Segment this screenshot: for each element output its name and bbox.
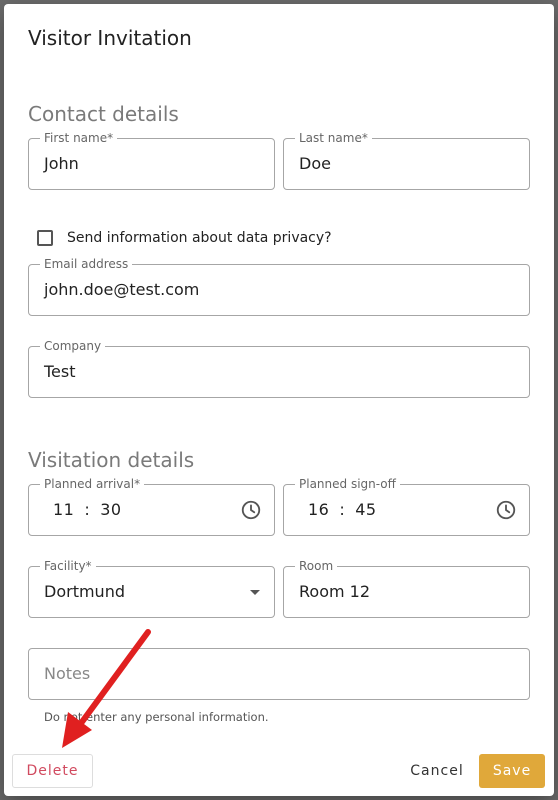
facility-label: Facility*: [40, 559, 96, 573]
arrival-hour[interactable]: 11: [53, 500, 74, 519]
first-name-field[interactable]: First name* John: [28, 131, 275, 190]
facility-value: Dortmund: [44, 582, 125, 601]
notes-helper-text: Do not enter any personal information.: [44, 710, 269, 724]
last-name-label: Last name*: [295, 131, 372, 145]
notes-field[interactable]: Notes: [28, 648, 530, 700]
signoff-hour[interactable]: 16: [308, 500, 329, 519]
email-value: john.doe@test.com: [44, 280, 200, 299]
privacy-checkbox-row[interactable]: Send information about data privacy?: [37, 230, 332, 246]
first-name-value: John: [44, 154, 79, 173]
clock-icon[interactable]: [240, 499, 262, 521]
notes-placeholder: Notes: [44, 664, 91, 683]
last-name-field[interactable]: Last name* Doe: [283, 131, 530, 190]
delete-button[interactable]: Delete: [12, 754, 93, 788]
planned-arrival-field[interactable]: Planned arrival* 11:30: [28, 477, 275, 536]
signoff-minute[interactable]: 45: [355, 500, 376, 519]
visitor-invitation-dialog: Visitor Invitation Contact details First…: [4, 4, 554, 796]
facility-select[interactable]: Facility* Dortmund: [28, 559, 275, 618]
cancel-button[interactable]: Cancel: [404, 754, 470, 788]
visitation-details-heading: Visitation details: [28, 448, 195, 472]
company-value: Test: [44, 362, 76, 381]
first-name-label: First name*: [40, 131, 118, 145]
room-label: Room: [295, 559, 338, 573]
clock-icon[interactable]: [495, 499, 517, 521]
company-label: Company: [40, 339, 106, 353]
contact-details-heading: Contact details: [28, 102, 179, 126]
company-field[interactable]: Company Test: [28, 339, 530, 398]
save-button[interactable]: Save: [479, 754, 545, 788]
privacy-checkbox[interactable]: [37, 230, 53, 246]
planned-arrival-time: 11:30: [53, 500, 122, 519]
dialog-title: Visitor Invitation: [28, 26, 192, 50]
privacy-checkbox-label: Send information about data privacy?: [67, 230, 332, 246]
planned-signoff-field[interactable]: Planned sign-off 16:45: [283, 477, 530, 536]
room-value: Room 12: [299, 582, 371, 601]
planned-signoff-label: Planned sign-off: [295, 477, 400, 491]
last-name-value: Doe: [299, 154, 331, 173]
room-field[interactable]: Room Room 12: [283, 559, 530, 618]
dropdown-caret-icon[interactable]: [250, 590, 260, 595]
email-label: Email address: [40, 257, 133, 271]
planned-arrival-label: Planned arrival*: [40, 477, 145, 491]
planned-signoff-time: 16:45: [308, 500, 377, 519]
email-field[interactable]: Email address john.doe@test.com: [28, 257, 530, 316]
arrival-minute[interactable]: 30: [100, 500, 121, 519]
